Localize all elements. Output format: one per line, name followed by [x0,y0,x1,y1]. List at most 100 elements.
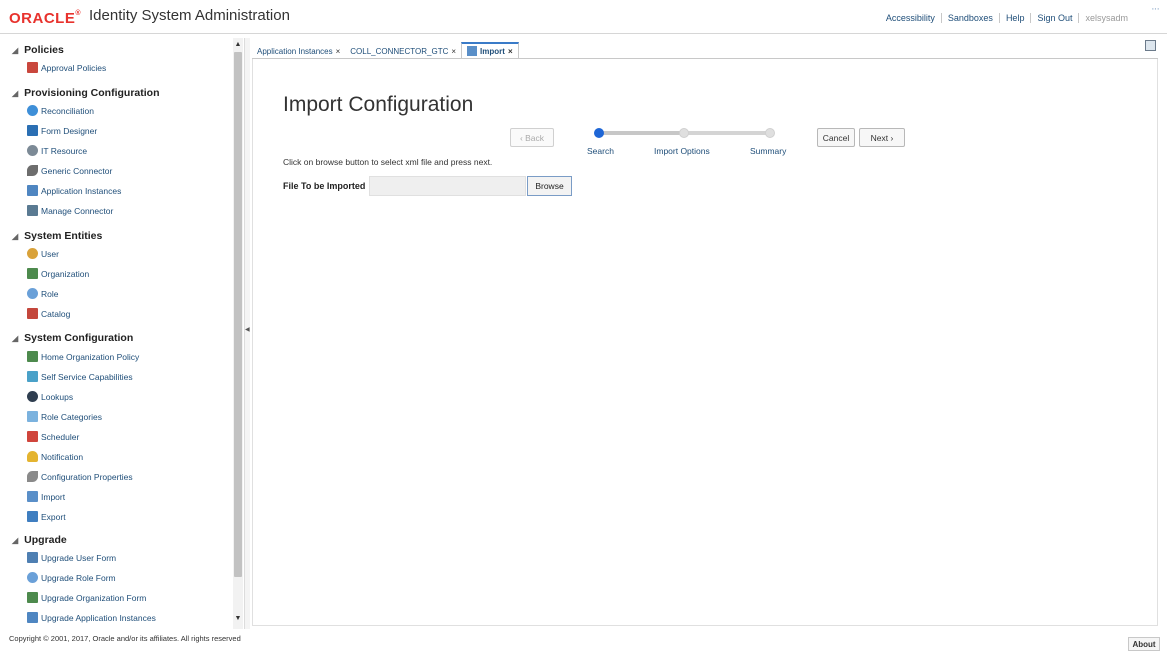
copyright-text: Copyright © 2001, 2017, Oracle and/or it… [9,634,241,643]
organization-icon [27,268,38,279]
home-organization-icon [27,351,38,362]
file-to-be-imported-label: File To be Imported [283,181,366,191]
train-label-summary[interactable]: Summary [750,146,786,156]
panel-splitter[interactable] [244,38,250,629]
role-categories-icon [27,411,38,422]
sidebar-item-generic-connector[interactable]: Generic Connector [27,165,112,176]
train-stop-search[interactable] [594,128,604,138]
upgrade-application-instances-icon [27,612,38,623]
main-content-panel [252,59,1158,626]
sidebar-item-application-instances[interactable]: Application Instances [27,185,121,196]
sidebar-item-notification[interactable]: Notification [27,451,83,462]
tab-import[interactable]: Import × [461,42,519,58]
sidebar-item-form-designer[interactable]: Form Designer [27,125,97,136]
tab-application-instances[interactable]: Application Instances × [252,45,345,58]
back-button[interactable]: ‹ Back [510,128,554,147]
sidebar-scrollbar-thumb[interactable] [234,52,242,577]
sidebar-item-upgrade-user-form[interactable]: Upgrade User Form [27,552,116,563]
next-button[interactable]: Next › [859,128,905,147]
train-stop-import-options[interactable] [679,128,689,138]
sidebar-item-role-categories[interactable]: Role Categories [27,411,102,422]
sidebar-item-it-resource[interactable]: IT Resource [27,145,87,156]
chevron-right-icon: › [888,132,894,143]
sidebar-item-import[interactable]: Import [27,491,65,502]
upgrade-role-form-icon [27,572,38,583]
section-provisioning-configuration[interactable]: ◢ Provisioning Configuration [12,87,159,99]
manage-connector-icon [27,205,38,216]
collapse-triangle-icon: ◢ [12,231,19,241]
sidebar-item-manage-connector[interactable]: Manage Connector [27,205,113,216]
page-title: Import Configuration [283,93,474,116]
wrench-icon [27,471,38,482]
maximize-icon[interactable] [1145,40,1156,51]
sidebar-item-approval-policies[interactable]: Approval Policies [27,62,106,73]
binoculars-icon [27,391,38,402]
sidebar-item-user[interactable]: User [27,248,59,259]
sign-out-link[interactable]: Sign Out [1030,13,1078,23]
upgrade-user-form-icon [27,552,38,563]
sidebar-navigation: ◢ Policies Approval Policies ◢ Provisionin… [0,34,244,629]
train-connector-1 [597,131,682,135]
gear-icon [27,145,38,156]
close-tab-icon[interactable]: × [451,47,456,56]
browse-button[interactable]: Browse [527,176,572,196]
footer: Copyright © 2001, 2017, Oracle and/or it… [0,630,1167,649]
sidebar-item-self-service-capabilities[interactable]: Self Service Capabilities [27,371,133,382]
user-icon [27,248,38,259]
sidebar-item-upgrade-role-form[interactable]: Upgrade Role Form [27,572,116,583]
collapse-triangle-icon: ◢ [12,45,19,55]
document-tabs: Application Instances × COLL_CONNECTOR_GT… [252,42,519,58]
sidebar-item-home-organization-policy[interactable]: Home Organization Policy [27,351,139,362]
sidebar-item-lookups[interactable]: Lookups [27,391,73,402]
connector-plug-icon [27,165,38,176]
upgrade-organization-form-icon [27,592,38,603]
section-upgrade[interactable]: ◢ Upgrade [12,534,67,546]
section-system-entities[interactable]: ◢ System Entities [12,230,102,242]
sidebar-item-upgrade-application-instances[interactable]: Upgrade Application Instances [27,612,156,623]
role-icon [27,288,38,299]
close-tab-icon[interactable]: × [336,47,341,56]
sidebar-item-catalog[interactable]: Catalog [27,308,70,319]
file-path-input[interactable] [369,176,526,196]
user-name: xelsysadm [1078,13,1134,23]
import-icon [467,46,478,56]
approval-policy-icon [27,62,38,73]
collapse-triangle-icon: ◢ [12,88,19,98]
bell-icon [27,451,38,462]
app-title: Identity System Administration [89,7,290,24]
help-link[interactable]: Help [998,13,1031,23]
instruction-text: Click on browse button to select xml fil… [283,157,493,167]
sidebar-item-upgrade-organization-form[interactable]: Upgrade Organization Form [27,592,146,603]
scroll-up-arrow-icon[interactable]: ▲ [233,40,243,50]
scheduler-calendar-icon [27,431,38,442]
scroll-down-arrow-icon[interactable]: ▼ [233,614,243,624]
train-stop-summary[interactable] [765,128,775,138]
sidebar-item-configuration-properties[interactable]: Configuration Properties [27,471,133,482]
application-instance-icon [27,185,38,196]
sidebar-item-export[interactable]: Export [27,511,66,522]
global-links: Accessibility Sandboxes Help Sign Out xe… [880,13,1134,23]
train-label-import-options[interactable]: Import Options [654,146,710,156]
reconciliation-icon [27,105,38,116]
oracle-logo: ORACLE® [9,10,82,27]
collapse-panel-arrow-icon[interactable]: ◀ [245,326,250,333]
form-designer-icon [27,125,38,136]
train-connector-2 [688,131,769,135]
collapse-triangle-icon: ◢ [12,333,19,343]
sidebar-item-role[interactable]: Role [27,288,58,299]
export-icon [27,511,38,522]
sandboxes-link[interactable]: Sandboxes [940,13,999,23]
section-system-configuration[interactable]: ◢ System Configuration [12,332,133,344]
catalog-book-icon [27,308,38,319]
train-label-search[interactable]: Search [587,146,614,156]
collapse-triangle-icon: ◢ [12,535,19,545]
tab-coll-connector-gtc[interactable]: COLL_CONNECTOR_GTC × [345,45,461,58]
accessibility-link[interactable]: Accessibility [880,13,941,23]
sidebar-item-reconciliation[interactable]: Reconciliation [27,105,94,116]
more-options-icon[interactable]: ··· [1151,3,1160,15]
sidebar-item-scheduler[interactable]: Scheduler [27,431,79,442]
section-policies[interactable]: ◢ Policies [12,44,64,56]
cancel-button[interactable]: Cancel [817,128,855,147]
close-tab-icon[interactable]: × [508,47,513,56]
sidebar-item-organization[interactable]: Organization [27,268,89,279]
